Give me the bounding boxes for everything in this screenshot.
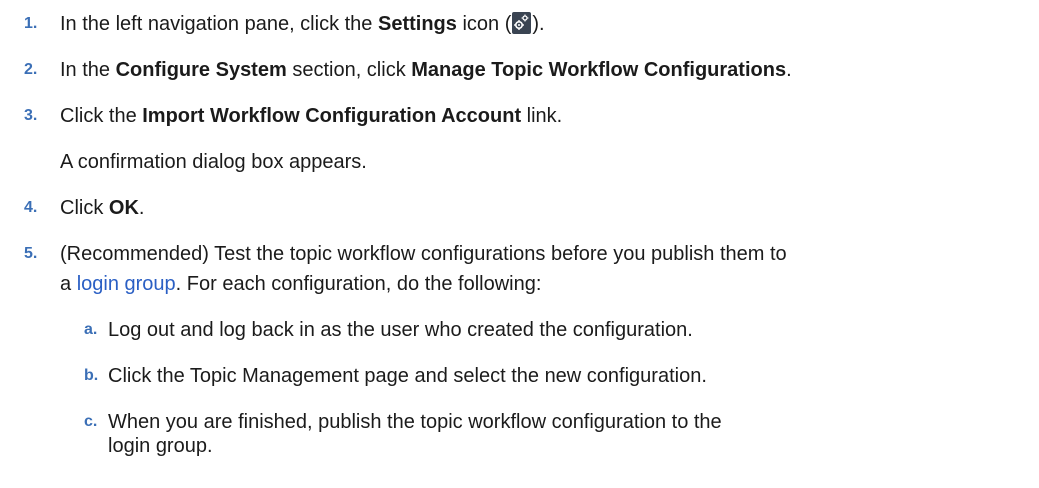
settings-gear-icon: [512, 12, 532, 34]
step-text-part: section, click: [286, 59, 412, 81]
step-text-line-1: (Recommended) Test the topic workflow co…: [60, 243, 787, 265]
configure-system-label: Configure System: [115, 59, 287, 81]
step-number: 5.: [24, 245, 38, 262]
step-text-part: .: [138, 197, 145, 219]
substep-text: Log out and log back in as the user who …: [108, 319, 693, 341]
step-text-part: link.: [521, 105, 563, 127]
step-number: 1.: [24, 15, 38, 32]
step-number: 2.: [24, 61, 38, 78]
step-text-part: .: [786, 59, 792, 81]
substep-number: b.: [84, 367, 99, 384]
step-note: A confirmation dialog box appears.: [60, 151, 367, 173]
substep-number: a.: [84, 321, 98, 338]
settings-label: Settings: [377, 13, 457, 35]
step-text-part: . For each configuration, do the followi…: [175, 273, 542, 295]
step-text: In the left navigation pane, click the S…: [60, 12, 1029, 36]
step-text-part: Click: [60, 197, 109, 219]
step-text-part: In the left navigation pane, click the: [60, 13, 378, 35]
substep-number: c.: [84, 413, 98, 430]
substep-text: When you are finished, publish the topic…: [108, 411, 722, 457]
step-number: 4.: [24, 199, 38, 216]
step-text-part: In the: [60, 59, 116, 81]
ok-label: OK: [108, 197, 139, 219]
substep-text: Click the Topic Management page and sele…: [108, 365, 707, 387]
step-text-part: icon (: [456, 13, 512, 35]
manage-topic-workflow-label: Manage Topic Workflow Configurations: [411, 59, 787, 81]
step-text-line-2: a login group. For each configuration, d…: [60, 272, 1029, 296]
step-number: 3.: [24, 107, 38, 124]
step-text: Click OK.: [60, 196, 1029, 220]
step-text: In the Configure System section, click M…: [60, 58, 1029, 82]
step-text-part: a: [60, 273, 77, 295]
login-group-link[interactable]: login group: [77, 273, 176, 295]
step-text-part: ).: [532, 13, 545, 35]
step-text-part: Click the: [60, 105, 143, 127]
import-workflow-label: Import Workflow Configuration Account: [142, 105, 522, 127]
step-text: Click the Import Workflow Configuration …: [60, 104, 1029, 128]
